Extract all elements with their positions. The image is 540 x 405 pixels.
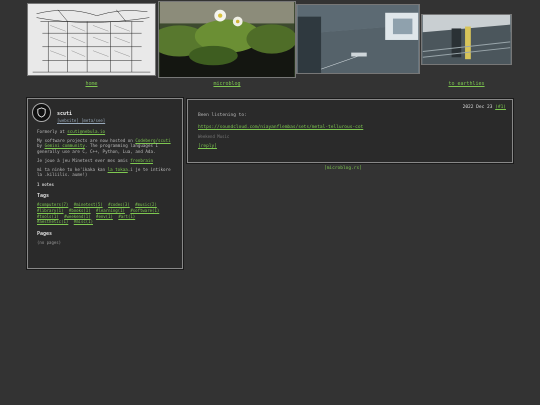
avatar	[32, 103, 51, 122]
tag-link[interactable]: #tools(1)	[37, 214, 59, 219]
post-card: 2022 Dec 23 (#1) Been listening to: http…	[187, 99, 513, 163]
tag-link[interactable]: #computers(7)	[37, 202, 68, 207]
banner-link-home[interactable]: home	[27, 81, 156, 87]
profile-toki: mi ta ninke to ke'ikaka kan la tokaa.i j…	[37, 167, 173, 177]
profile-card: scuti [website] [meta/see] Formerly at s…	[27, 98, 183, 269]
tag-link[interactable]: #aesthetic(1)	[37, 219, 68, 224]
minetest-text: Je joue à jeu Minetest ever mes amis	[37, 157, 131, 163]
tags-list: #computers(7) #minetest(5) #codes(3) #mu…	[37, 202, 173, 224]
formerly-link[interactable]: scuti@nebula.io	[67, 129, 105, 134]
post-body: Been listening to:	[198, 113, 247, 118]
tag-link[interactable]: #music(2)	[135, 202, 157, 207]
thumbnail-earthlies[interactable]	[421, 14, 512, 65]
thumbnail-home[interactable]	[27, 3, 156, 76]
tag-link[interactable]: #misc(1)	[74, 219, 93, 224]
profile-software: My software projects are now hosted on C…	[37, 138, 173, 154]
tag-link[interactable]: #weekend(1)	[64, 214, 91, 219]
tags-heading: Tags	[37, 193, 50, 200]
tag-link[interactable]: #codes(3)	[108, 202, 130, 207]
thumbnail-game[interactable]	[296, 4, 420, 74]
tag-link[interactable]: #library(1)	[37, 208, 64, 213]
shield-icon	[37, 107, 46, 118]
tag-link[interactable]: #software(1)	[130, 208, 159, 213]
post-date: 2022 Dec 23 (#1)	[463, 105, 506, 110]
profile-formerly: Formerly at scuti@nebula.io	[37, 129, 173, 134]
post-note: Weekend Music	[198, 134, 230, 139]
microblog-footer-link[interactable]: [microblog.rs]	[324, 166, 362, 171]
profile-name: scuti	[57, 111, 73, 117]
banner-link-earthlies[interactable]: to earthlies	[421, 81, 512, 87]
sketch-temple-image	[28, 4, 155, 75]
tag-link[interactable]: #art(1)	[118, 214, 135, 219]
post-url-link[interactable]: https://soundcloud.com/niayanflembas/set…	[198, 125, 502, 130]
profile-links[interactable]: [website] [meta/see]	[57, 118, 105, 123]
strawberry-plant-image	[159, 2, 295, 77]
formerly-text: Formerly at	[37, 129, 68, 134]
post-date-text: 2022 Dec 23	[462, 105, 496, 110]
tag-link[interactable]: #books(1)	[69, 208, 91, 213]
tag-link[interactable]: #env(1)	[96, 214, 113, 219]
pages-heading: Pages	[37, 230, 53, 237]
tag-link[interactable]: #minetest(5)	[74, 202, 103, 207]
game-screenshot-image	[297, 5, 419, 73]
reply-link[interactable]: [reply]	[198, 144, 502, 149]
notes-count: 1 notes	[37, 182, 54, 188]
industrial-scene-image	[422, 15, 511, 64]
profile-header: scuti [website] [meta/see]	[32, 103, 173, 125]
header-banner: home microblog to earthlies	[0, 0, 540, 92]
post-permalink[interactable]: (#1)	[495, 105, 506, 110]
minetest-link[interactable]: frenbrain	[130, 158, 153, 163]
toki-link[interactable]: la tokaa	[108, 167, 128, 172]
thumbnail-microblog[interactable]	[158, 1, 296, 78]
banner-link-microblog[interactable]: microblog	[158, 81, 296, 87]
profile-minetest: Je joue à jeu Minetest ever mes amis fre…	[37, 158, 173, 163]
tag-link[interactable]: #learning(1)	[96, 208, 125, 213]
pages-empty: (no pages)	[37, 239, 62, 245]
